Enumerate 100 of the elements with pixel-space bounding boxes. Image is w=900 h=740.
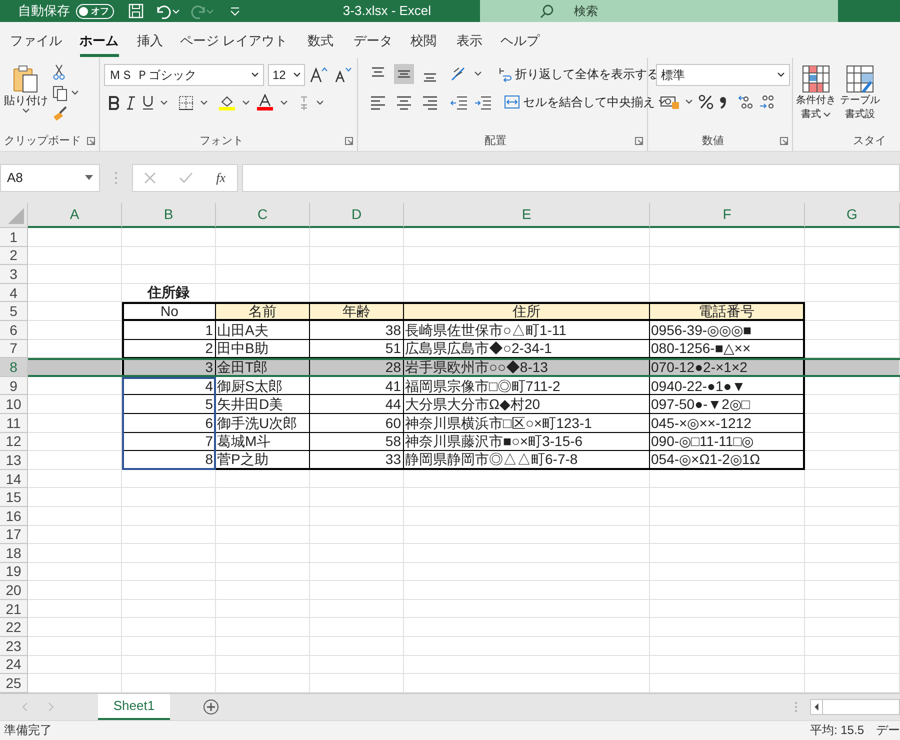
row-header[interactable]: 12 [0, 432, 28, 452]
scroll-right-icon[interactable] [48, 702, 54, 711]
row-header[interactable]: 25 [0, 674, 28, 693]
caret-icon[interactable] [293, 72, 301, 78]
row-header[interactable]: 10 [0, 395, 28, 414]
row-header[interactable]: 20 [0, 581, 28, 600]
row-header[interactable]: 7 [0, 340, 28, 358]
ribbon-tab[interactable]: 校閲 [400, 26, 447, 58]
formula-input[interactable] [242, 164, 900, 192]
phonetic-icon[interactable] [298, 94, 310, 110]
column-header[interactable]: F [650, 203, 805, 228]
increase-decimal-icon[interactable] [738, 94, 754, 110]
column-header[interactable]: G [805, 203, 900, 228]
row-header[interactable]: 9 [0, 376, 28, 396]
format-table-button[interactable]: テーブル 書式設 [840, 64, 880, 122]
insert-function-button[interactable]: fx [216, 168, 226, 188]
caret-icon[interactable] [474, 71, 482, 77]
fill-color-icon[interactable] [218, 94, 236, 111]
percent-icon[interactable] [698, 94, 714, 110]
column-header[interactable]: E [404, 203, 650, 228]
dialog-launcher-icon[interactable] [345, 137, 353, 145]
decrease-decimal-icon[interactable] [759, 94, 775, 110]
ribbon-tab[interactable]: 挿入 [128, 26, 172, 58]
sheet-tab[interactable]: Sheet1 [98, 694, 170, 720]
cancel-icon[interactable] [144, 172, 156, 184]
row-header[interactable]: 21 [0, 600, 28, 618]
ribbon-tab[interactable]: 数式 [296, 26, 346, 58]
column-header[interactable]: A [28, 203, 122, 228]
save-icon[interactable] [128, 3, 144, 19]
italic-icon[interactable] [126, 96, 136, 110]
row-header[interactable]: 11 [0, 414, 28, 433]
ribbon-tab[interactable]: ヘルプ [492, 26, 548, 58]
dialog-launcher-icon[interactable] [635, 137, 643, 145]
caret-icon[interactable] [280, 100, 288, 106]
search-field[interactable]: 検索 [574, 2, 774, 20]
column-header[interactable]: D [310, 203, 404, 228]
caret-icon[interactable] [823, 112, 831, 118]
caret-icon[interactable] [316, 100, 324, 106]
caret-icon[interactable] [22, 108, 30, 114]
name-box[interactable]: A8 [0, 164, 100, 192]
ribbon-tab[interactable]: ファイル [2, 26, 70, 58]
font-color-icon[interactable] [256, 94, 274, 111]
column-header[interactable]: C [216, 203, 310, 228]
caret-icon[interactable] [200, 100, 208, 106]
caret-icon[interactable] [71, 90, 79, 96]
row-header[interactable]: 18 [0, 544, 28, 563]
row-header[interactable]: 22 [0, 618, 28, 638]
row-header[interactable]: 13 [0, 451, 28, 470]
font-family-dropdown[interactable]: ＭＳ Ｐゴシック [104, 64, 264, 86]
caret-icon[interactable] [777, 72, 785, 78]
caret-icon[interactable] [160, 100, 168, 106]
ribbon-tab[interactable]: 表示 [446, 26, 493, 58]
add-sheet-icon[interactable] [203, 698, 219, 715]
comma-style-icon[interactable] [719, 94, 727, 110]
row-header[interactable]: 15 [0, 488, 28, 507]
select-all-icon[interactable] [8, 208, 24, 224]
search-bar[interactable]: 検索 [480, 0, 838, 22]
row-header[interactable]: 4 [0, 284, 28, 302]
row-header[interactable]: 5 [0, 302, 28, 321]
column-header[interactable]: B [122, 203, 216, 228]
ribbon-tab[interactable]: ページ レイアウト [172, 26, 296, 58]
row-header[interactable]: 14 [0, 470, 28, 488]
underline-icon[interactable] [142, 95, 154, 110]
caret-icon[interactable] [242, 100, 250, 106]
row-header[interactable]: 1 [0, 228, 28, 247]
paste-button[interactable]: 貼り付け [4, 64, 48, 114]
accounting-icon[interactable] [660, 94, 680, 110]
number-format-dropdown[interactable]: 標準 [656, 64, 790, 86]
enter-icon[interactable] [179, 172, 194, 184]
row-header[interactable]: 19 [0, 562, 28, 582]
drag-handle-icon[interactable] [794, 700, 798, 713]
dialog-launcher-icon[interactable] [87, 137, 95, 145]
row-header[interactable]: 24 [0, 656, 28, 674]
row-header[interactable]: 23 [0, 637, 28, 656]
borders-icon[interactable] [178, 94, 194, 110]
row-header[interactable]: 17 [0, 526, 28, 544]
shrink-font-icon[interactable] [333, 66, 353, 84]
customize-icon[interactable] [230, 6, 240, 16]
autosave-toggle[interactable]: オフ [76, 4, 114, 18]
row-header[interactable]: 8 [0, 358, 28, 377]
merge-center-button[interactable]: セルを結合して中央揃え [504, 93, 666, 111]
ribbon-tab[interactable]: データ [346, 26, 401, 58]
dropdown-arrow-icon[interactable] [85, 175, 93, 180]
font-size-dropdown[interactable]: 12 [268, 64, 305, 86]
grow-font-icon[interactable] [309, 66, 329, 84]
row-header[interactable]: 3 [0, 265, 28, 284]
row-header[interactable]: 16 [0, 506, 28, 526]
caret-icon[interactable] [251, 72, 260, 78]
caret-icon[interactable] [685, 99, 693, 105]
scissors-icon[interactable] [52, 64, 66, 80]
caret-icon[interactable] [658, 99, 666, 105]
horizontal-scrollbar[interactable] [810, 698, 900, 715]
dialog-launcher-icon[interactable] [780, 137, 788, 145]
bold-icon[interactable] [108, 96, 120, 110]
conditional-formatting-button[interactable]: 条件付き 書式 [796, 64, 836, 122]
align-middle-icon[interactable] [394, 64, 414, 84]
copy-icon[interactable] [52, 85, 68, 101]
drag-handle-icon[interactable] [114, 170, 118, 184]
row-header[interactable]: 2 [0, 246, 28, 266]
row-header[interactable]: 6 [0, 320, 28, 340]
